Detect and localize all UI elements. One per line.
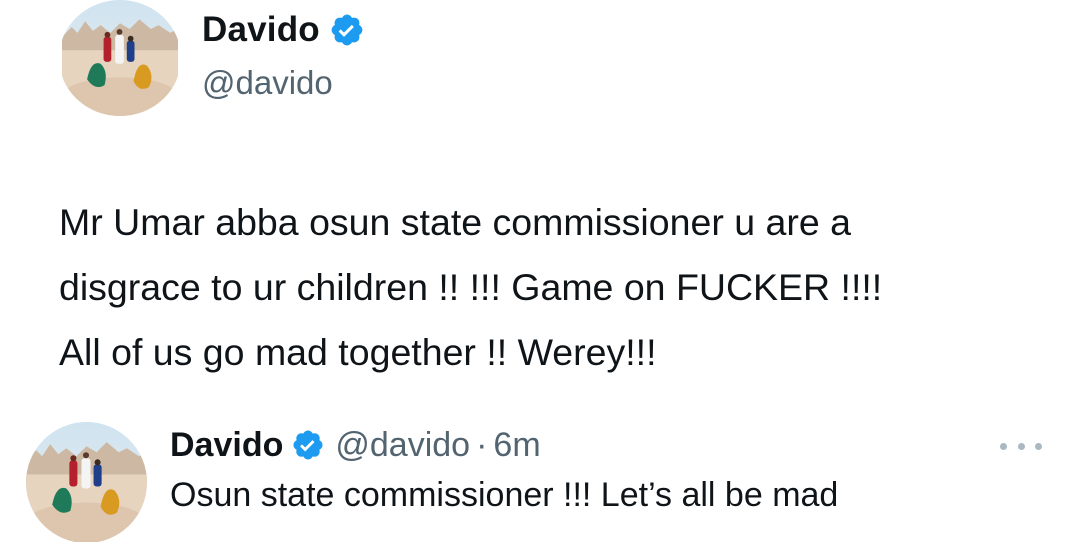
quoted-timestamp[interactable]: 6m	[493, 426, 540, 465]
desert-figures-avatar-icon	[62, 0, 178, 116]
display-name-row: Davido	[202, 8, 365, 52]
more-horizontal-icon	[1000, 442, 1007, 450]
author-display-name[interactable]: Davido	[202, 10, 320, 50]
quoted-author-avatar[interactable]	[26, 422, 147, 542]
quoted-tweet-header: Davido @davido · 6m	[170, 424, 541, 466]
separator-dot: ·	[476, 425, 488, 464]
quoted-author-display-name[interactable]: Davido	[170, 426, 283, 465]
more-horizontal-icon	[1035, 442, 1042, 450]
more-options-button[interactable]	[1000, 438, 1042, 454]
quoted-tweet[interactable]: Davido @davido · 6m Osun state commissio…	[0, 410, 1080, 542]
author-info: Davido @davido	[202, 8, 365, 102]
verified-badge-icon	[329, 12, 365, 48]
tweet-text: Mr Umar abba osun state commissioner u a…	[59, 201, 883, 373]
author-handle[interactable]: @davido	[202, 64, 365, 102]
quoted-author-handle[interactable]: @davido	[335, 426, 470, 465]
quoted-tweet-text: Osun state commissioner !!! Let’s all be…	[170, 476, 839, 514]
desert-figures-avatar-icon	[26, 422, 147, 542]
verified-badge-icon	[291, 428, 325, 462]
more-horizontal-icon	[1017, 442, 1025, 450]
author-avatar[interactable]	[59, 0, 181, 116]
main-tweet: Davido @davido Mr Umar abba osun state c…	[0, 0, 1080, 400]
